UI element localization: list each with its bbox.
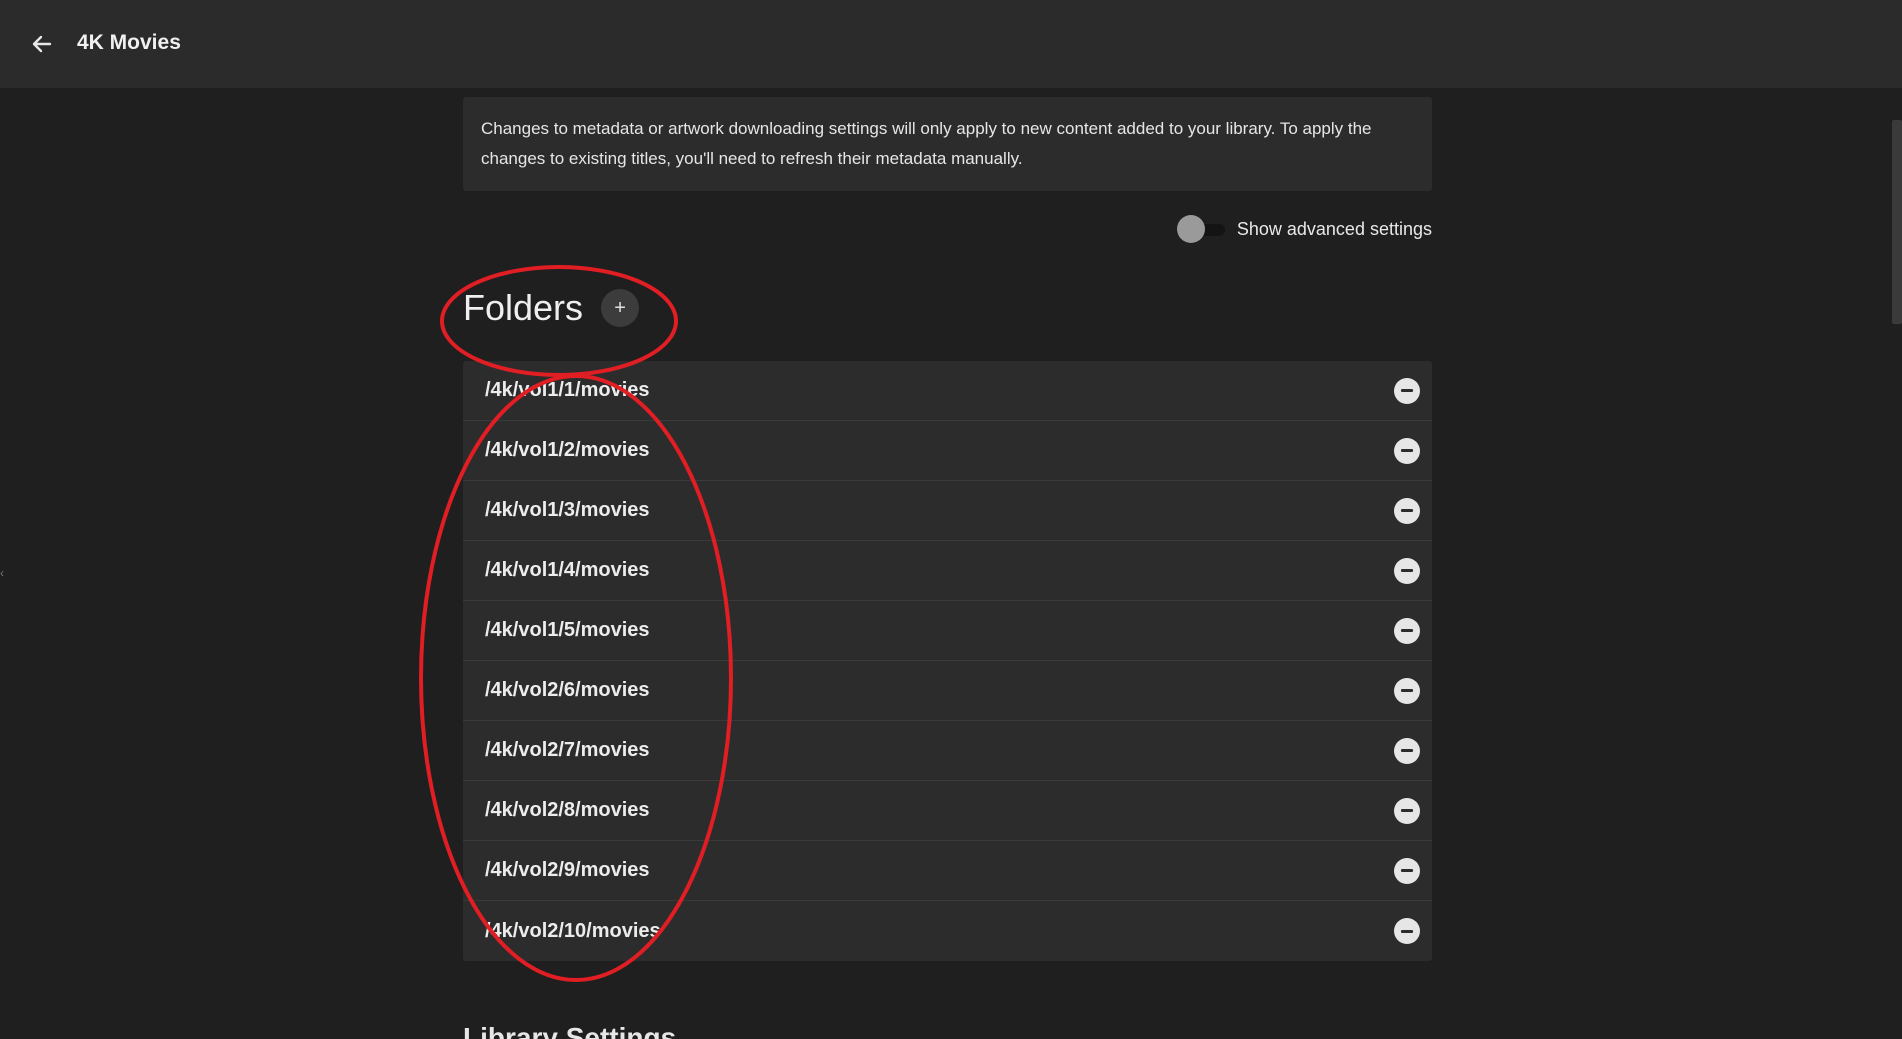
minus-icon [1401, 929, 1413, 933]
minus-icon [1401, 749, 1413, 752]
remove-folder-button[interactable] [1394, 377, 1420, 404]
scrollbar-thumb[interactable] [1892, 120, 1902, 324]
library-settings-content: Changes to metadata or artwork downloadi… [463, 97, 1432, 961]
folder-path: /4k/vol2/10/movies [485, 919, 661, 942]
folder-row: /4k/vol2/6/movies [463, 661, 1432, 721]
remove-folder-button[interactable] [1394, 857, 1420, 884]
back-button[interactable] [28, 30, 56, 58]
add-folder-button[interactable]: + [601, 289, 640, 327]
folder-path: /4k/vol1/5/movies [485, 619, 650, 641]
folder-path: /4k/vol2/9/movies [485, 859, 650, 881]
library-settings-heading: Library Settings [463, 1022, 677, 1039]
app-window: 4K Movies ‹ Changes to metadata or artwo… [0, 0, 1902, 1039]
metadata-notice: Changes to metadata or artwork downloadi… [463, 97, 1432, 191]
plus-icon: + [614, 296, 626, 319]
top-bar: 4K Movies [0, 0, 1902, 88]
folder-path: /4k/vol1/1/movies [485, 379, 650, 401]
folder-row: /4k/vol1/4/movies [463, 541, 1432, 601]
folder-path: /4k/vol2/7/movies [485, 739, 650, 761]
folder-list: /4k/vol1/1/movies/4k/vol1/2/movies/4k/vo… [463, 361, 1432, 961]
remove-folder-button[interactable] [1394, 918, 1420, 944]
folder-path: /4k/vol2/6/movies [485, 679, 650, 701]
folder-path: /4k/vol1/4/movies [485, 559, 650, 581]
folder-row: /4k/vol2/7/movies [463, 721, 1432, 781]
advanced-settings-row: Show advanced settings [463, 197, 1432, 261]
toggle-knob [1176, 215, 1205, 243]
folder-path: /4k/vol1/3/movies [485, 499, 650, 521]
folder-row: /4k/vol2/10/movies [463, 901, 1432, 961]
remove-folder-button[interactable] [1394, 437, 1420, 464]
folders-header: Folders + [463, 261, 1432, 355]
folder-row: /4k/vol1/2/movies [463, 421, 1432, 481]
minus-icon [1401, 629, 1413, 632]
minus-icon [1401, 389, 1413, 392]
remove-folder-button[interactable] [1394, 557, 1420, 584]
remove-folder-button[interactable] [1394, 677, 1420, 704]
advanced-settings-toggle[interactable] [1176, 215, 1225, 243]
remove-folder-button[interactable] [1394, 617, 1420, 644]
remove-folder-button[interactable] [1394, 497, 1420, 524]
minus-icon [1401, 569, 1413, 572]
folder-row: /4k/vol1/5/movies [463, 601, 1432, 661]
minus-icon [1401, 449, 1413, 452]
folder-path: /4k/vol1/2/movies [485, 439, 650, 461]
folder-row: /4k/vol2/8/movies [463, 781, 1432, 841]
folders-heading: Folders [463, 287, 584, 328]
folder-row: /4k/vol1/3/movies [463, 481, 1432, 541]
folder-path: /4k/vol2/8/movies [485, 799, 650, 821]
arrow-left-icon [32, 35, 52, 53]
remove-folder-button[interactable] [1394, 737, 1420, 764]
folder-row: /4k/vol2/9/movies [463, 841, 1432, 901]
minus-icon [1401, 809, 1413, 812]
remove-folder-button[interactable] [1394, 797, 1420, 824]
page-title: 4K Movies [77, 31, 181, 54]
collapse-handle-icon[interactable]: ‹ [0, 566, 6, 586]
minus-icon [1401, 689, 1413, 692]
folder-row: /4k/vol1/1/movies [463, 361, 1432, 421]
minus-icon [1401, 869, 1413, 872]
minus-icon [1401, 509, 1413, 512]
advanced-settings-label: Show advanced settings [1236, 218, 1432, 239]
